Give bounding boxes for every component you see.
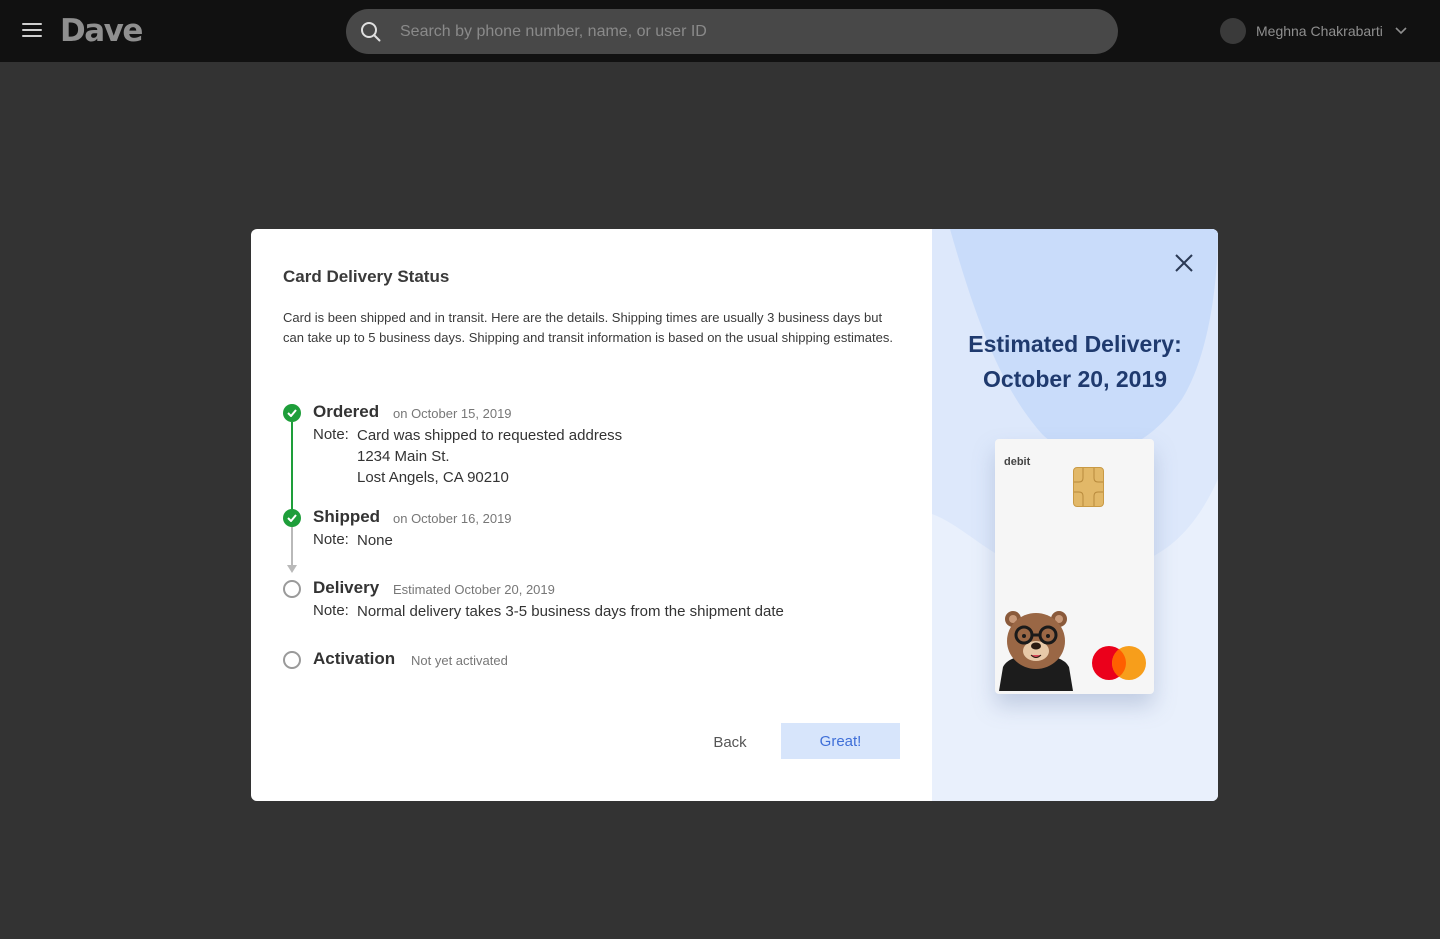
modal-title: Card Delivery Status — [283, 267, 450, 286]
search-input[interactable] — [400, 9, 1090, 54]
menu-icon[interactable] — [22, 23, 42, 39]
estimated-delivery-heading: Estimated Delivery: October 20, 2019 — [932, 327, 1218, 397]
estimated-delivery-label: Estimated Delivery: — [968, 331, 1182, 357]
debit-card-illustration: debit — [995, 439, 1154, 694]
modal-content: Card Delivery Status Card is been shippe… — [251, 229, 932, 801]
mastercard-logo — [1092, 646, 1146, 680]
step-note-line: None — [357, 532, 393, 549]
step-note-line: 1234 Main St. — [357, 448, 450, 465]
timeline-connector-pending — [291, 527, 293, 567]
step-title: Activation — [313, 649, 396, 668]
step-note-label: Note: — [313, 426, 349, 443]
search-bar — [346, 9, 1118, 54]
back-button[interactable]: Back — [689, 723, 771, 761]
pending-circle-icon — [283, 580, 301, 598]
step-note-label: Note: — [313, 602, 349, 619]
bear-mascot — [999, 611, 1073, 691]
avatar — [1220, 18, 1246, 44]
card-type-label: debit — [1004, 456, 1031, 468]
pending-circle-icon — [283, 651, 301, 669]
timeline-connector-complete — [291, 422, 293, 514]
step-note-line: Normal delivery takes 3-5 business days … — [357, 603, 784, 620]
chevron-down-icon — [1395, 27, 1407, 35]
great-button[interactable]: Great! — [781, 723, 900, 759]
step-date: on October 16, 2019 — [393, 511, 512, 526]
step-note-line: Card was shipped to requested address — [357, 427, 623, 444]
card-delivery-status-modal: Card Delivery Status Card is been shippe… — [251, 229, 1218, 801]
user-name: Meghna Chakrabarti — [1256, 23, 1383, 39]
step-title: Ordered — [313, 402, 380, 421]
step-title: Shipped — [313, 507, 381, 526]
timeline-arrow-icon — [287, 565, 297, 573]
chip-icon — [1073, 467, 1104, 507]
step-date: on October 15, 2019 — [393, 406, 512, 421]
user-menu[interactable]: Meghna Chakrabarti — [1220, 18, 1407, 44]
check-icon — [283, 404, 301, 422]
estimated-delivery-date: October 20, 2019 — [982, 366, 1168, 392]
step-note-label: Note: — [313, 531, 349, 548]
step-status: Not yet activated — [411, 653, 508, 668]
delivery-illustration-panel: Estimated Delivery: October 20, 2019 deb… — [932, 229, 1218, 801]
step-title: Delivery — [313, 578, 380, 597]
step-note-line: Lost Angels, CA 90210 — [357, 469, 509, 486]
close-icon[interactable] — [1172, 251, 1196, 275]
top-navigation-bar: Dave Meghna Chakrabarti — [0, 0, 1440, 62]
dave-logo[interactable]: Dave — [60, 11, 143, 51]
check-icon — [283, 509, 301, 527]
step-date: Estimated October 20, 2019 — [393, 582, 555, 597]
modal-description: Card is been shipped and in transit. Her… — [283, 310, 893, 345]
search-icon — [361, 22, 381, 42]
